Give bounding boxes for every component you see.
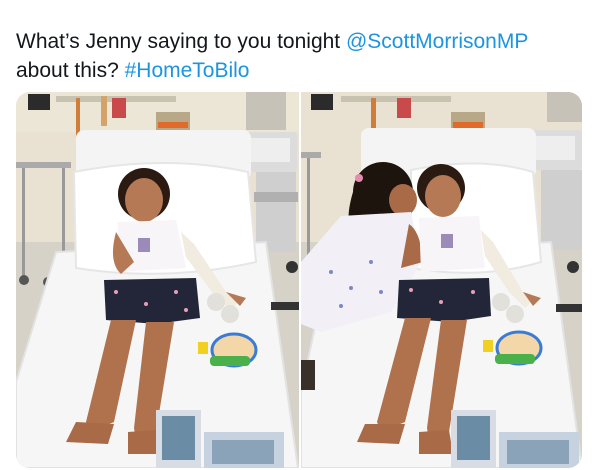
tweet-text-part2: about this? (16, 59, 125, 82)
photo-sister-kissing-girl[interactable] (301, 92, 582, 468)
photo-girl-lying-on-bed[interactable] (16, 92, 299, 468)
photo-right-image (301, 92, 582, 468)
tweet-text: What’s Jenny saying to you tonight @Scot… (16, 27, 586, 85)
tweet-media-grid (16, 92, 582, 468)
tweet-text-part1: What’s Jenny saying to you tonight (16, 30, 346, 53)
mention-link[interactable]: @ScottMorrisonMP (346, 30, 528, 53)
hashtag-link[interactable]: #HomeToBilo (125, 59, 250, 82)
photo-left-image (16, 92, 299, 468)
